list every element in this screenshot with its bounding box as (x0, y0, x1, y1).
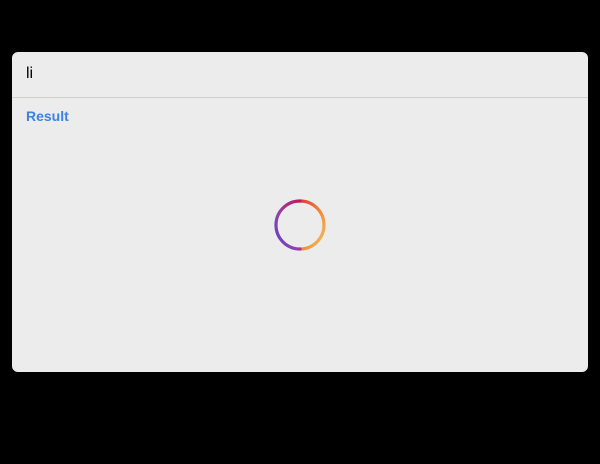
result-section-header: Result (26, 108, 69, 124)
loading-spinner-icon (274, 199, 326, 251)
search-input[interactable] (22, 60, 580, 88)
search-bar (12, 52, 588, 98)
search-panel: Result (12, 52, 588, 372)
